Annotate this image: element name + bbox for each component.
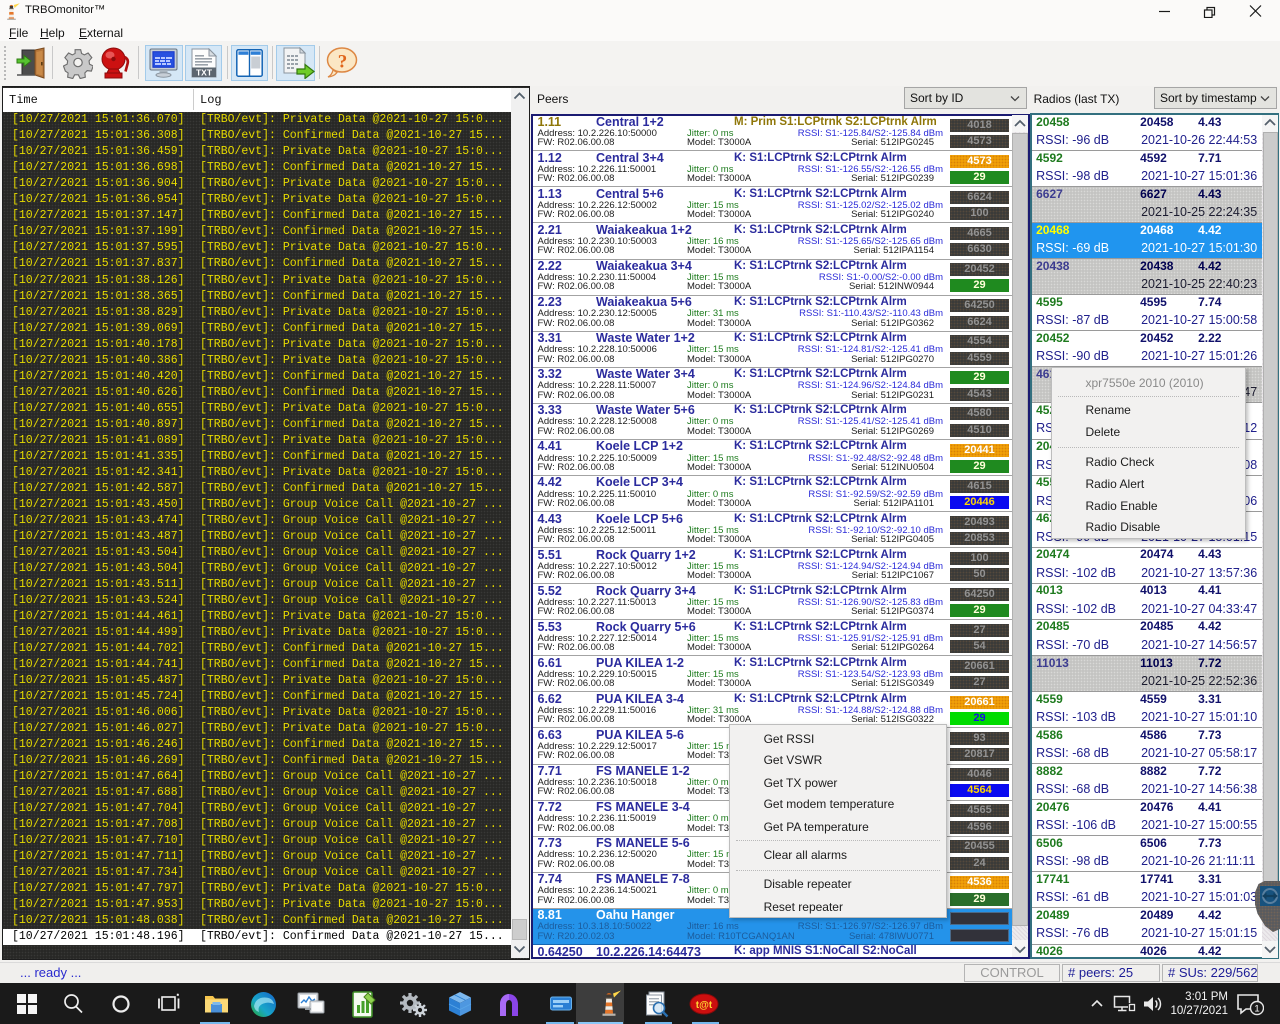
svg-text:?: ? (338, 52, 348, 73)
svg-text:TXT: TXT (196, 67, 213, 77)
svg-text:t@t: t@t (696, 1000, 713, 1011)
svg-text:1: 1 (1254, 1003, 1259, 1014)
